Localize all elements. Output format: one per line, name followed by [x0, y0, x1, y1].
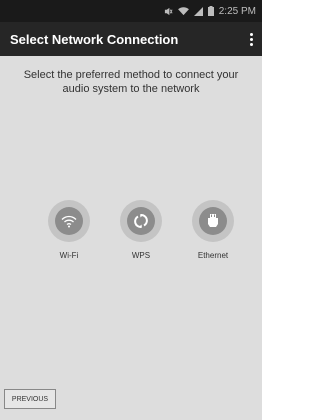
option-label: Ethernet — [197, 251, 229, 260]
mute-icon — [164, 7, 173, 16]
option-halo — [48, 200, 90, 242]
cell-signal-icon — [193, 6, 203, 16]
option-halo — [192, 200, 234, 242]
overflow-menu-icon[interactable] — [246, 29, 256, 49]
status-bar: 2:25 PM — [0, 0, 262, 22]
option-label: Wi-Fi — [59, 251, 79, 260]
phone-screen: 2:25 PM Select Network Connection Select… — [0, 0, 262, 420]
wps-icon — [127, 207, 155, 235]
option-wps[interactable]: WPS — [106, 200, 176, 260]
ethernet-icon — [199, 207, 227, 235]
option-label: WPS — [131, 251, 151, 260]
instruction-text: Select the preferred method to connect y… — [23, 69, 239, 95]
option-wifi[interactable]: Wi-Fi — [34, 200, 104, 260]
wifi-icon — [55, 207, 83, 235]
wifi-signal-icon — [177, 6, 189, 16]
option-halo — [120, 200, 162, 242]
page-title: Select Network Connection — [10, 31, 179, 47]
previous-button[interactable]: PREVIOUS — [4, 389, 56, 409]
status-time: 2:25 PM — [218, 5, 256, 17]
main-content: Select the preferred method to connect y… — [0, 56, 262, 420]
battery-icon — [207, 6, 214, 16]
option-ethernet[interactable]: Ethernet — [178, 200, 248, 260]
app-bar: Select Network Connection — [0, 22, 262, 56]
